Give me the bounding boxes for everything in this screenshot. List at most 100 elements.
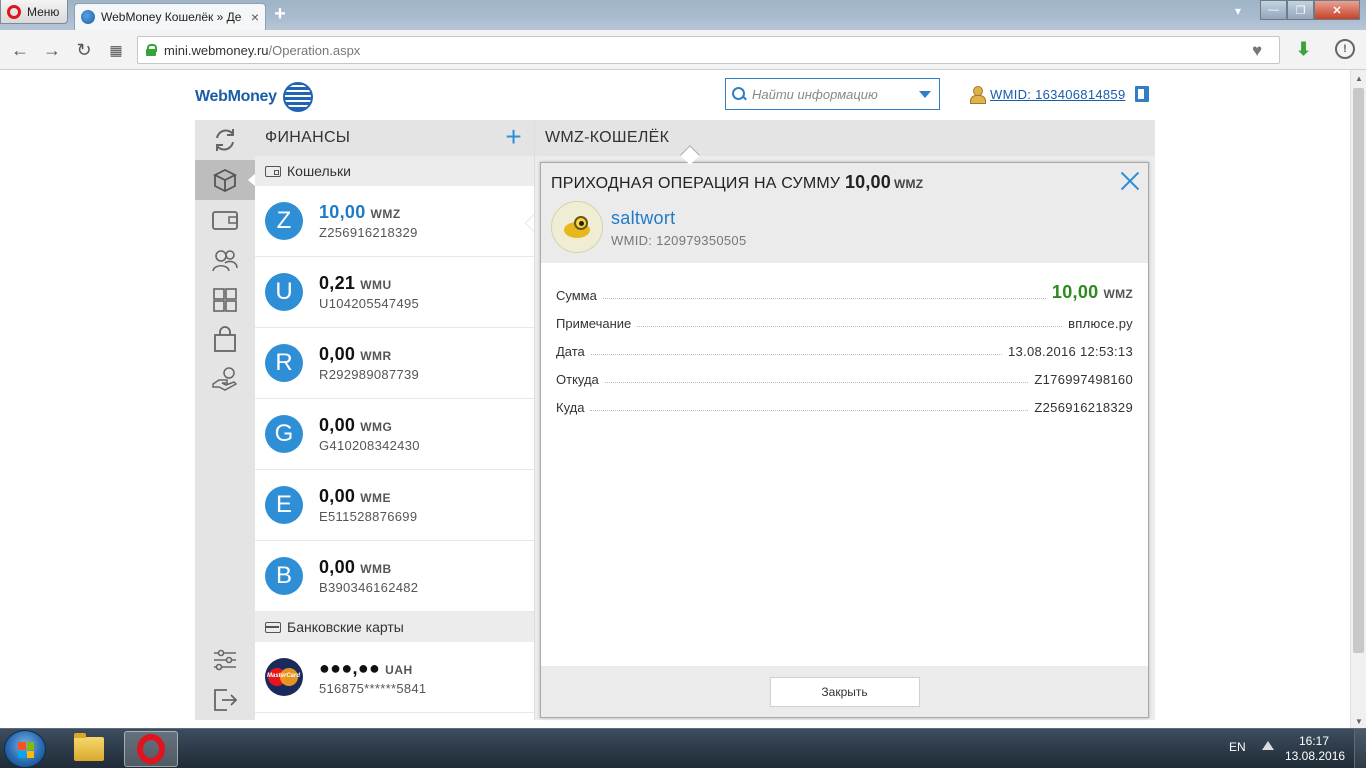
tab-title: WebMoney Кошелёк » Де (101, 10, 242, 24)
wallet-item-wmz[interactable]: Z 10,00 WMZ Z256916218329 (255, 186, 534, 257)
wallet-currency: WMZ (370, 207, 401, 221)
detail-row-date: Дата 13.08.2016 12:53:13 (556, 331, 1133, 359)
new-tab-button[interactable]: + (270, 4, 290, 25)
currency-letter-badge: R (265, 344, 303, 382)
logout-icon[interactable] (1135, 86, 1150, 102)
lock-icon (146, 44, 157, 56)
sender-wmid: WMID: 120979350505 (611, 233, 747, 248)
wallet-number: B390346162482 (319, 580, 419, 595)
browser-titlebar: Меню WebMoney Кошелёк » Де × + ▾ — ❐ ✕ (0, 0, 1366, 30)
wallet-icon[interactable] (195, 200, 255, 240)
search-box[interactable] (725, 78, 940, 110)
icon-sidebar (195, 120, 256, 720)
detail-label: Дата (556, 344, 585, 359)
start-button[interactable] (4, 730, 46, 768)
finance-box-icon[interactable] (195, 160, 256, 200)
finance-title: ФИНАНСЫ (265, 129, 351, 146)
cards-section-header: Банковские карты (255, 612, 534, 642)
wmid-link[interactable]: WMID: 163406814859 (990, 87, 1125, 102)
contacts-icon[interactable] (195, 240, 255, 280)
wallet-view-title: WMZ-КОШЕЛЁК (545, 129, 670, 146)
user-wmid: WMID: 163406814859 (970, 86, 1150, 104)
add-wallet-button[interactable]: + (505, 123, 522, 151)
browser-tab[interactable]: WebMoney Кошелёк » Де × (74, 3, 266, 30)
scrollbar-thumb[interactable] (1353, 88, 1364, 653)
exit-icon[interactable] (195, 680, 255, 720)
wallet-currency: WMG (360, 420, 393, 434)
opera-menu-button[interactable]: Меню (0, 0, 68, 24)
show-desktop-button[interactable] (1354, 729, 1366, 768)
taskbar-explorer[interactable] (62, 731, 116, 767)
detail-row-sum: Сумма 10,00 WMZ (556, 273, 1133, 303)
opera-icon (137, 734, 165, 764)
speed-dial-grid-icon[interactable]: ▦ (104, 38, 128, 62)
browser-toolbar: ← → ↻ ▦ mini.webmoney.ru/Operation.aspx … (0, 30, 1366, 70)
menu-label: Меню (27, 4, 60, 19)
wallet-item-wmr[interactable]: R 0,00 WMR R292989087739 (255, 328, 534, 399)
scroll-up-icon[interactable]: ▲ (1355, 74, 1363, 83)
finance-header: ФИНАНСЫ + (255, 120, 534, 156)
detail-row-to: Куда Z256916218329 (556, 387, 1133, 415)
page-scrollbar[interactable]: ▲ ▼ (1350, 70, 1366, 728)
tab-close-icon[interactable]: × (251, 9, 259, 25)
wallet-amount: 0,21 (319, 273, 356, 293)
wallet-item-wmg[interactable]: G 0,00 WMG G410208342430 (255, 399, 534, 470)
download-icon[interactable]: ⬇ (1296, 39, 1311, 60)
card-number: 516875******5841 (319, 681, 427, 696)
mastercard-logo-icon: MasterCard (265, 658, 303, 696)
wallet-item-wme[interactable]: E 0,00 WME E511528876699 (255, 470, 534, 541)
webmoney-logo[interactable]: WebMoney (195, 82, 313, 112)
shopping-bag-icon[interactable] (195, 320, 255, 360)
detail-value: Z176997498160 (1034, 372, 1133, 387)
finance-panel: ФИНАНСЫ + Кошельки Z 10,00 WMZ Z256916218… (255, 120, 535, 720)
search-input[interactable] (752, 86, 912, 102)
wallet-amount: 0,00 (319, 344, 356, 364)
wallet-number: G410208342430 (319, 438, 420, 453)
system-clock[interactable]: 16:17 13.08.2016 (1285, 734, 1346, 764)
currency-letter-badge: B (265, 557, 303, 595)
history-icon[interactable]: ! (1335, 39, 1355, 59)
card-amount: ●●●,●● (319, 658, 381, 678)
language-indicator[interactable]: EN (1229, 740, 1246, 754)
refresh-icon[interactable] (195, 120, 255, 160)
close-button[interactable]: Закрыть (769, 676, 920, 707)
address-bar[interactable]: mini.webmoney.ru/Operation.aspx (137, 36, 1280, 64)
scroll-down-icon[interactable]: ▼ (1355, 717, 1363, 726)
cards-section-label: Банковские карты (287, 619, 404, 635)
detail-value: вплюсе.ру (1068, 316, 1133, 331)
services-grid-icon[interactable] (195, 280, 255, 320)
detail-label: Куда (556, 400, 585, 415)
wallet-item-wmb[interactable]: B 0,00 WMB B390346162482 (255, 541, 534, 612)
window-controls: — ❐ ✕ (1260, 0, 1360, 20)
close-window-button[interactable]: ✕ (1314, 0, 1360, 20)
payment-hand-icon[interactable] (195, 360, 255, 400)
logo-text: WebMoney (195, 88, 277, 105)
close-icon[interactable] (1120, 171, 1140, 191)
back-arrow-icon[interactable]: ← (8, 38, 32, 62)
taskbar-opera[interactable] (124, 731, 178, 767)
heart-icon[interactable]: ♥ (1252, 41, 1262, 61)
settings-sliders-icon[interactable] (195, 640, 255, 680)
card-currency: UAH (385, 663, 413, 677)
wallet-currency: WME (360, 491, 392, 505)
wallet-item-wmu[interactable]: U 0,21 WMU U104205547495 (255, 257, 534, 328)
bank-card-item[interactable]: MasterCard ●●●,●● UAH 516875******5841 (255, 642, 534, 713)
clock-date: 13.08.2016 (1285, 749, 1346, 763)
currency-letter-badge: U (265, 273, 303, 311)
url-text: mini.webmoney.ru/Operation.aspx (164, 42, 361, 58)
clock-time: 16:17 (1298, 734, 1330, 748)
operation-dialog: ПРИХОДНАЯ ОПЕРАЦИЯ НА СУММУ 10,00 WMZ sal… (540, 162, 1149, 718)
tab-menu-icon[interactable]: ▾ (1228, 4, 1248, 22)
action-center-flag-icon[interactable] (1262, 741, 1274, 750)
wallet-currency: WMR (360, 349, 392, 363)
reload-icon[interactable]: ↻ (72, 38, 96, 62)
maximize-button[interactable]: ❐ (1287, 0, 1314, 20)
forward-arrow-icon[interactable]: → (40, 38, 64, 62)
chevron-down-icon[interactable] (919, 91, 931, 98)
operation-title: ПРИХОДНАЯ ОПЕРАЦИЯ НА СУММУ 10,00 WMZ (551, 172, 924, 192)
operation-dialog-header: ПРИХОДНАЯ ОПЕРАЦИЯ НА СУММУ 10,00 WMZ sal… (541, 163, 1148, 263)
detail-label: Сумма (556, 288, 597, 303)
currency-letter-badge: E (265, 486, 303, 524)
sender-name-link[interactable]: saltwort (611, 208, 675, 229)
minimize-button[interactable]: — (1260, 0, 1287, 20)
